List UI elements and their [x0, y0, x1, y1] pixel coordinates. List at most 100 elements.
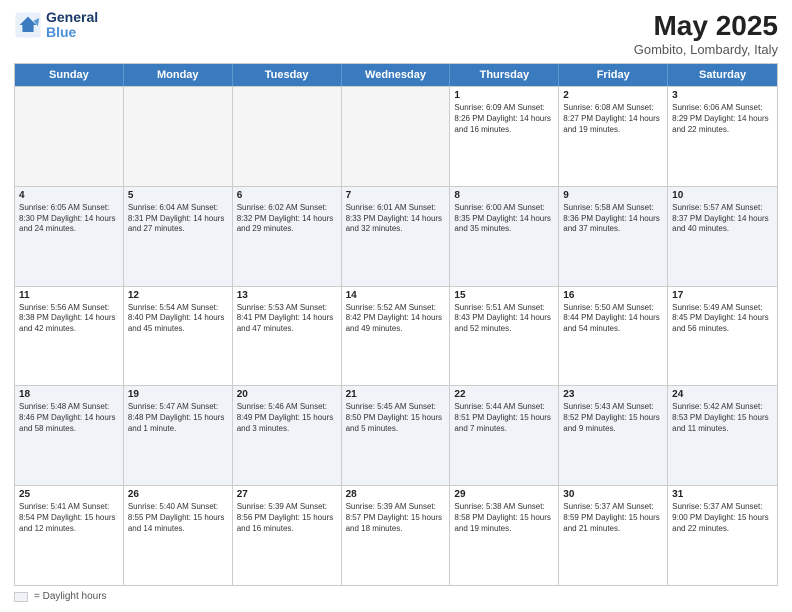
day-number: 22 [454, 389, 554, 400]
calendar-row-2: 11 Sunrise: 5:56 AM Sunset: 8:38 PM Dayli… [15, 286, 777, 386]
cell-info: Sunrise: 5:40 AM Sunset: 8:55 PM Dayligh… [128, 502, 228, 534]
legend: = Daylight hours [14, 591, 778, 602]
day-number: 26 [128, 489, 228, 500]
calendar-cell-day-11: 11 Sunrise: 5:56 AM Sunset: 8:38 PM Dayli… [15, 287, 124, 386]
calendar-cell-day-22: 22 Sunrise: 5:44 AM Sunset: 8:51 PM Dayli… [450, 386, 559, 485]
cell-info: Sunrise: 5:43 AM Sunset: 8:52 PM Dayligh… [563, 402, 663, 434]
calendar-cell-day-27: 27Sunrise: 5:39 AM Sunset: 8:56 PM Dayli… [233, 486, 342, 585]
cell-info: Sunrise: 5:52 AM Sunset: 8:42 PM Dayligh… [346, 303, 446, 335]
calendar-cell-day-19: 19 Sunrise: 5:47 AM Sunset: 8:48 PM Dayli… [124, 386, 233, 485]
weekday-header-sunday: Sunday [15, 64, 124, 86]
day-number: 31 [672, 489, 773, 500]
calendar: SundayMondayTuesdayWednesdayThursdayFrid… [14, 63, 778, 586]
weekday-header-tuesday: Tuesday [233, 64, 342, 86]
day-number: 15 [454, 290, 554, 301]
calendar-cell-day-8: 8 Sunrise: 6:00 AM Sunset: 8:35 PM Daylig… [450, 187, 559, 286]
cell-info: Sunrise: 6:09 AM Sunset: 8:26 PM Dayligh… [454, 103, 554, 135]
weekday-header-wednesday: Wednesday [342, 64, 451, 86]
cell-info: Sunrise: 6:04 AM Sunset: 8:31 PM Dayligh… [128, 203, 228, 235]
logo-text: General Blue [46, 10, 98, 41]
calendar-cell-day-2: 2Sunrise: 6:08 AM Sunset: 8:27 PM Daylig… [559, 87, 668, 186]
cell-info: Sunrise: 5:58 AM Sunset: 8:36 PM Dayligh… [563, 203, 663, 235]
day-number: 9 [563, 190, 663, 201]
cell-info: Sunrise: 6:01 AM Sunset: 8:33 PM Dayligh… [346, 203, 446, 235]
day-number: 21 [346, 389, 446, 400]
cell-info: Sunrise: 5:42 AM Sunset: 8:53 PM Dayligh… [672, 402, 773, 434]
cell-info: Sunrise: 6:06 AM Sunset: 8:29 PM Dayligh… [672, 103, 773, 135]
day-number: 14 [346, 290, 446, 301]
calendar-cell-day-26: 26 Sunrise: 5:40 AM Sunset: 8:55 PM Dayli… [124, 486, 233, 585]
calendar-row-0: 1 Sunrise: 6:09 AM Sunset: 8:26 PM Daylig… [15, 86, 777, 186]
cell-info: Sunrise: 6:02 AM Sunset: 8:32 PM Dayligh… [237, 203, 337, 235]
cell-info: Sunrise: 5:50 AM Sunset: 8:44 PM Dayligh… [563, 303, 663, 335]
day-number: 11 [19, 290, 119, 301]
calendar-row-1: 4 Sunrise: 6:05 AM Sunset: 8:30 PM Daylig… [15, 186, 777, 286]
calendar-cell-empty [342, 87, 451, 186]
title-block: May 2025 Gombito, Lombardy, Italy [634, 10, 778, 57]
calendar-cell-day-13: 13Sunrise: 5:53 AM Sunset: 8:41 PM Dayli… [233, 287, 342, 386]
cell-info: Sunrise: 6:08 AM Sunset: 8:27 PM Dayligh… [563, 103, 663, 135]
calendar-cell-day-4: 4 Sunrise: 6:05 AM Sunset: 8:30 PM Daylig… [15, 187, 124, 286]
calendar-header: SundayMondayTuesdayWednesdayThursdayFrid… [15, 64, 777, 86]
cell-info: Sunrise: 5:46 AM Sunset: 8:49 PM Dayligh… [237, 402, 337, 434]
legend-label: = Daylight hours [34, 591, 107, 602]
day-number: 25 [19, 489, 119, 500]
calendar-cell-day-5: 5 Sunrise: 6:04 AM Sunset: 8:31 PM Daylig… [124, 187, 233, 286]
calendar-cell-day-30: 30Sunrise: 5:37 AM Sunset: 8:59 PM Dayli… [559, 486, 668, 585]
day-number: 18 [19, 389, 119, 400]
day-number: 23 [563, 389, 663, 400]
day-number: 5 [128, 190, 228, 201]
day-number: 4 [19, 190, 119, 201]
weekday-header-monday: Monday [124, 64, 233, 86]
day-number: 1 [454, 90, 554, 101]
legend-box [14, 592, 28, 602]
day-number: 8 [454, 190, 554, 201]
cell-info: Sunrise: 5:53 AM Sunset: 8:41 PM Dayligh… [237, 303, 337, 335]
calendar-cell-day-7: 7 Sunrise: 6:01 AM Sunset: 8:33 PM Daylig… [342, 187, 451, 286]
calendar-cell-day-20: 20Sunrise: 5:46 AM Sunset: 8:49 PM Dayli… [233, 386, 342, 485]
logo-icon [14, 11, 42, 39]
header: General Blue May 2025 Gombito, Lombardy,… [14, 10, 778, 57]
cell-info: Sunrise: 5:44 AM Sunset: 8:51 PM Dayligh… [454, 402, 554, 434]
cell-info: Sunrise: 5:47 AM Sunset: 8:48 PM Dayligh… [128, 402, 228, 434]
cell-info: Sunrise: 5:39 AM Sunset: 8:57 PM Dayligh… [346, 502, 446, 534]
weekday-header-thursday: Thursday [450, 64, 559, 86]
cell-info: Sunrise: 5:41 AM Sunset: 8:54 PM Dayligh… [19, 502, 119, 534]
cell-info: Sunrise: 5:37 AM Sunset: 9:00 PM Dayligh… [672, 502, 773, 534]
calendar-cell-day-16: 16 Sunrise: 5:50 AM Sunset: 8:44 PM Dayli… [559, 287, 668, 386]
calendar-cell-day-9: 9 Sunrise: 5:58 AM Sunset: 8:36 PM Daylig… [559, 187, 668, 286]
calendar-cell-day-31: 31 Sunrise: 5:37 AM Sunset: 9:00 PM Dayli… [668, 486, 777, 585]
day-number: 6 [237, 190, 337, 201]
cell-info: Sunrise: 5:54 AM Sunset: 8:40 PM Dayligh… [128, 303, 228, 335]
calendar-cell-empty [124, 87, 233, 186]
cell-info: Sunrise: 5:57 AM Sunset: 8:37 PM Dayligh… [672, 203, 773, 235]
calendar-row-4: 25 Sunrise: 5:41 AM Sunset: 8:54 PM Dayli… [15, 485, 777, 585]
cell-info: Sunrise: 5:56 AM Sunset: 8:38 PM Dayligh… [19, 303, 119, 335]
calendar-cell-day-23: 23 Sunrise: 5:43 AM Sunset: 8:52 PM Dayli… [559, 386, 668, 485]
day-number: 16 [563, 290, 663, 301]
day-number: 10 [672, 190, 773, 201]
calendar-cell-day-25: 25 Sunrise: 5:41 AM Sunset: 8:54 PM Dayli… [15, 486, 124, 585]
calendar-cell-empty [233, 87, 342, 186]
cell-info: Sunrise: 5:39 AM Sunset: 8:56 PM Dayligh… [237, 502, 337, 534]
cell-info: Sunrise: 6:05 AM Sunset: 8:30 PM Dayligh… [19, 203, 119, 235]
cell-info: Sunrise: 6:00 AM Sunset: 8:35 PM Dayligh… [454, 203, 554, 235]
day-number: 30 [563, 489, 663, 500]
day-number: 7 [346, 190, 446, 201]
calendar-cell-day-15: 15 Sunrise: 5:51 AM Sunset: 8:43 PM Dayli… [450, 287, 559, 386]
calendar-cell-day-29: 29Sunrise: 5:38 AM Sunset: 8:58 PM Dayli… [450, 486, 559, 585]
calendar-cell-day-24: 24Sunrise: 5:42 AM Sunset: 8:53 PM Dayli… [668, 386, 777, 485]
day-number: 19 [128, 389, 228, 400]
page: General Blue May 2025 Gombito, Lombardy,… [0, 0, 792, 612]
weekday-header-saturday: Saturday [668, 64, 777, 86]
calendar-cell-day-21: 21Sunrise: 5:45 AM Sunset: 8:50 PM Dayli… [342, 386, 451, 485]
weekday-header-friday: Friday [559, 64, 668, 86]
cell-info: Sunrise: 5:38 AM Sunset: 8:58 PM Dayligh… [454, 502, 554, 534]
calendar-cell-empty [15, 87, 124, 186]
calendar-body: 1 Sunrise: 6:09 AM Sunset: 8:26 PM Daylig… [15, 86, 777, 585]
cell-info: Sunrise: 5:51 AM Sunset: 8:43 PM Dayligh… [454, 303, 554, 335]
cell-info: Sunrise: 5:48 AM Sunset: 8:46 PM Dayligh… [19, 402, 119, 434]
calendar-row-3: 18 Sunrise: 5:48 AM Sunset: 8:46 PM Dayli… [15, 385, 777, 485]
calendar-cell-day-6: 6 Sunrise: 6:02 AM Sunset: 8:32 PM Daylig… [233, 187, 342, 286]
day-number: 3 [672, 90, 773, 101]
